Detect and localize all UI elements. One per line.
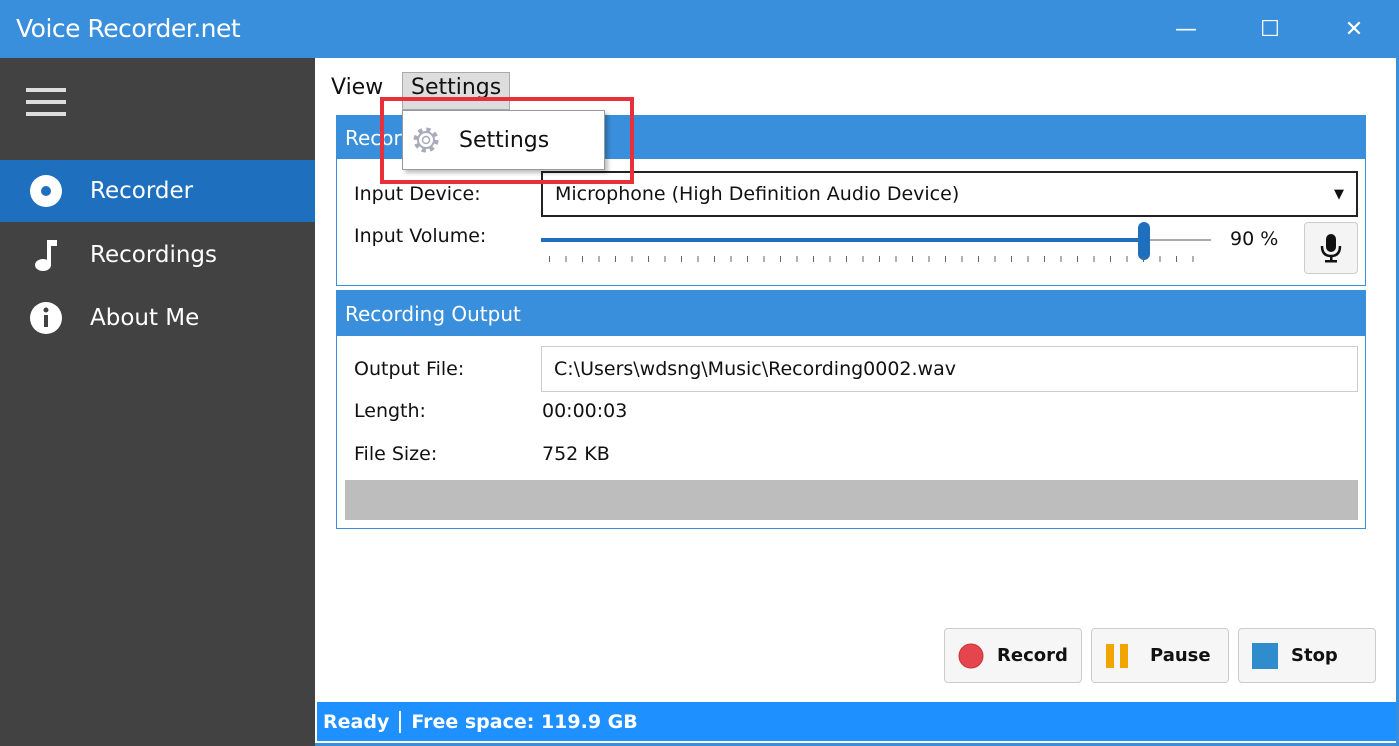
minimize-button[interactable]: — <box>1146 0 1226 58</box>
status-state: Ready <box>317 710 402 733</box>
pause-label: Pause <box>1150 645 1211 666</box>
volume-slider-thumb[interactable] <box>1138 222 1150 260</box>
file-size-value: 752 KB <box>542 443 610 465</box>
file-size-label: File Size: <box>354 443 438 465</box>
stop-button[interactable]: Stop <box>1238 628 1376 683</box>
record-button[interactable]: Record <box>944 628 1082 683</box>
input-device-label: Input Device: <box>354 183 481 205</box>
chevron-down-icon: ▼ <box>1334 186 1344 202</box>
length-label: Length: <box>354 400 426 422</box>
sidebar-item-about-me[interactable]: About Me <box>0 287 315 349</box>
info-icon <box>28 300 64 336</box>
free-space: Free space: 119.9 GB <box>411 710 638 733</box>
input-device-value: Microphone (High Definition Audio Device… <box>555 183 960 205</box>
stop-label: Stop <box>1291 645 1338 666</box>
close-button[interactable]: ✕ <box>1314 0 1394 58</box>
record-icon <box>958 643 984 668</box>
input-device-select[interactable]: Microphone (High Definition Audio Device… <box>541 171 1358 217</box>
disc-icon <box>28 173 64 209</box>
sidebar-item-label: About Me <box>90 305 200 331</box>
stop-icon <box>1252 642 1278 669</box>
output-group-title: Recording Output <box>337 291 1365 336</box>
output-file-field[interactable]: C:\Users\wdsng\Music\Recording0002.wav <box>541 346 1358 392</box>
volume-percent: 90 % <box>1230 228 1279 250</box>
level-meter <box>345 480 1358 520</box>
volume-slider[interactable] <box>541 222 1211 266</box>
input-volume-label: Input Volume: <box>354 225 487 247</box>
length-value: 00:00:03 <box>542 400 628 422</box>
status-bar: Ready Free space: 119.9 GB <box>317 702 1396 741</box>
record-label: Record <box>997 645 1068 666</box>
hamburger-menu-icon[interactable] <box>26 88 66 118</box>
output-file-value: C:\Users\wdsng\Music\Recording0002.wav <box>554 358 956 380</box>
music-note-icon <box>28 237 64 273</box>
sidebar-item-recordings[interactable]: Recordings <box>0 224 315 286</box>
title-bar: Voice Recorder.net — ☐ ✕ <box>0 0 1399 58</box>
pause-button[interactable]: Pause <box>1091 628 1229 683</box>
sidebar-item-label: Recordings <box>90 242 218 268</box>
sidebar-item-label: Recorder <box>90 178 194 204</box>
sidebar-item-recorder[interactable]: Recorder <box>0 160 315 222</box>
microphone-icon <box>1320 234 1342 263</box>
maximize-button[interactable]: ☐ <box>1230 0 1310 58</box>
window-title: Voice Recorder.net <box>16 14 241 43</box>
slider-ticks <box>549 256 1209 262</box>
microphone-button[interactable] <box>1304 222 1358 274</box>
pause-icon <box>1106 643 1128 668</box>
highlight-box <box>380 97 634 184</box>
output-file-label: Output File: <box>354 358 465 380</box>
